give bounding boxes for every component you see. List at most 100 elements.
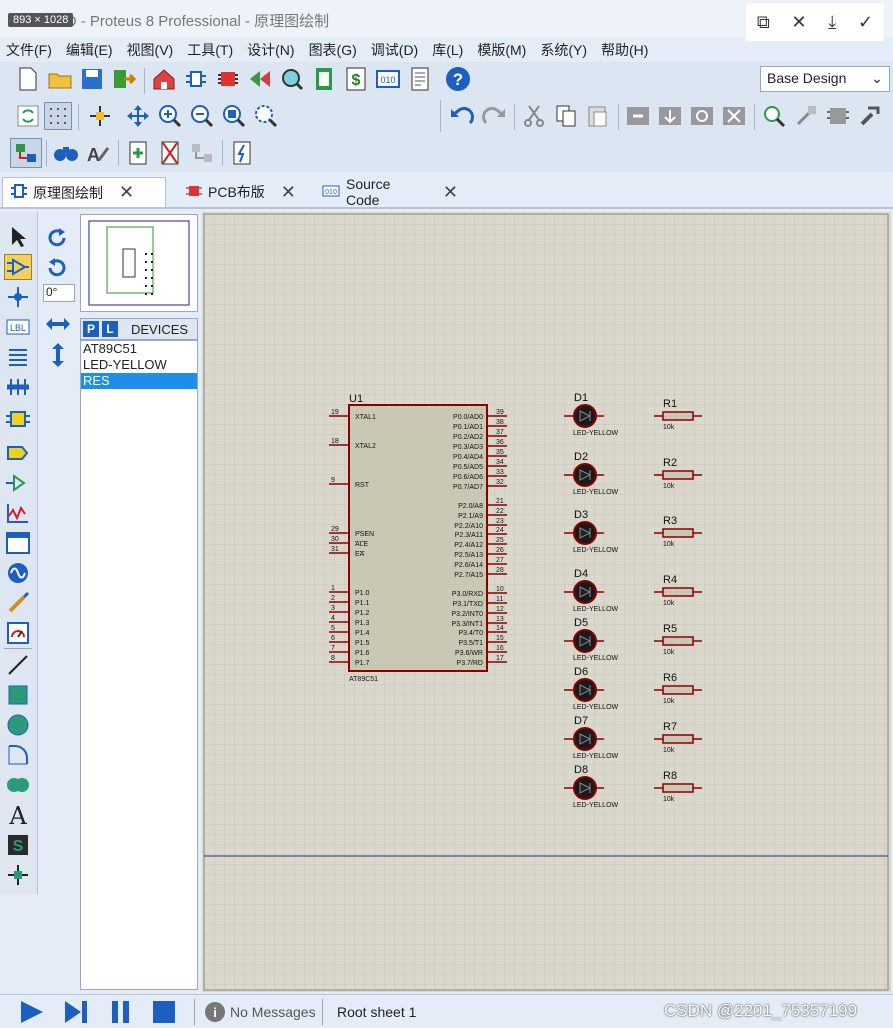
design-variant-select[interactable]: Base Design ⌄ [760, 66, 890, 92]
virtual-instruments-icon[interactable] [4, 620, 32, 646]
tab-source-code[interactable]: 010 Source Code ✕ [314, 176, 466, 208]
block-move-icon[interactable] [656, 102, 684, 130]
messages-status[interactable]: No Messages [230, 1004, 316, 1020]
device-item[interactable]: AT89C51 [81, 341, 197, 357]
overview-window[interactable] [80, 214, 198, 312]
line-tool-icon[interactable] [4, 652, 32, 678]
mirror-vertical-icon[interactable] [50, 342, 66, 371]
pick-from-library-button[interactable]: P [83, 321, 99, 337]
block-copy-icon[interactable] [624, 102, 652, 130]
step-icon[interactable] [62, 999, 90, 1028]
open-folder-icon[interactable] [46, 65, 74, 93]
menu-item-0[interactable]: 文件(F) [6, 38, 52, 62]
voltage-probe-icon[interactable] [4, 590, 32, 616]
cut-icon[interactable] [520, 102, 548, 130]
selection-mode-icon[interactable] [4, 224, 32, 250]
refresh-icon[interactable] [14, 102, 42, 130]
origin-icon[interactable] [86, 102, 114, 130]
download-icon[interactable]: ⤓ [828, 12, 836, 33]
redo-icon[interactable] [480, 102, 508, 130]
new-file-icon[interactable] [14, 65, 42, 93]
tab-schematic[interactable]: 原理图绘制 ✕ [2, 177, 166, 207]
zoom-area-icon[interactable] [252, 102, 280, 130]
microcontroller-u1[interactable]: U1AT89C5119XTAL118XTAL29RST29PSEN30ALE31… [329, 393, 507, 683]
text-tool-icon[interactable]: A [4, 802, 32, 828]
path-tool-icon[interactable] [4, 772, 32, 798]
pause-icon[interactable] [108, 999, 134, 1028]
block-rotate-icon[interactable] [688, 102, 716, 130]
zoom-out-icon[interactable] [188, 102, 216, 130]
bom-icon[interactable]: $ [342, 65, 370, 93]
pan-icon[interactable] [124, 102, 152, 130]
design-explorer-icon[interactable] [310, 65, 338, 93]
junction-dot-icon[interactable] [4, 284, 32, 310]
device-pins-icon[interactable] [4, 470, 32, 496]
close-icon[interactable]: ✕ [443, 182, 458, 203]
device-item[interactable]: LED-YELLOW [81, 357, 197, 373]
zoom-all-icon[interactable] [220, 102, 248, 130]
box-tool-icon[interactable] [4, 682, 32, 708]
mirror-horizontal-icon[interactable] [45, 316, 71, 335]
graph-mode-icon[interactable] [4, 500, 32, 526]
tape-recorder-icon[interactable] [4, 530, 32, 556]
electrical-rules-check-icon[interactable] [228, 139, 256, 167]
buses-icon[interactable] [4, 374, 32, 400]
rotate-clockwise-icon[interactable] [45, 226, 69, 253]
rotate-anticlockwise-icon[interactable] [45, 256, 69, 283]
popout-icon[interactable]: ⧉ [757, 12, 770, 33]
gerber-icon[interactable] [278, 65, 306, 93]
check-icon[interactable]: ✓ [858, 12, 873, 33]
wire-label-icon[interactable]: LBL [4, 314, 32, 340]
tab-pcb-layout[interactable]: PCB布版 ✕ [178, 177, 308, 207]
3d-view-icon[interactable] [246, 65, 274, 93]
play-icon[interactable] [18, 999, 46, 1028]
menu-item-3[interactable]: 工具(T) [187, 38, 233, 62]
property-assignment-icon[interactable]: A [84, 139, 112, 167]
block-delete-icon[interactable] [720, 102, 748, 130]
save-icon[interactable] [78, 65, 106, 93]
component-mode-icon[interactable] [4, 254, 32, 280]
pick-device-icon[interactable] [760, 102, 788, 130]
symbol-tool-icon[interactable]: S [4, 832, 32, 858]
remove-sheet-icon[interactable] [156, 139, 184, 167]
packaging-icon[interactable] [824, 102, 852, 130]
help-icon[interactable]: ? [444, 65, 472, 93]
wire-autorouter-icon[interactable] [10, 138, 42, 168]
circle-tool-icon[interactable] [4, 712, 32, 738]
paste-icon[interactable] [584, 102, 612, 130]
menu-item-2[interactable]: 视图(V) [127, 38, 174, 62]
marker-tool-icon[interactable] [4, 862, 32, 888]
decompose-icon[interactable] [856, 102, 884, 130]
make-device-icon[interactable] [792, 102, 820, 130]
rotation-angle-field[interactable]: 0° [43, 284, 75, 302]
notes-icon[interactable] [406, 65, 434, 93]
copy-icon[interactable] [552, 102, 580, 130]
grid-toggle-icon[interactable] [44, 102, 72, 130]
menu-item-8[interactable]: 模版(M) [477, 38, 526, 62]
source-code-icon[interactable]: 010 [374, 65, 402, 93]
menu-item-1[interactable]: 编辑(E) [66, 38, 113, 62]
home-icon[interactable] [150, 65, 178, 93]
schematic-canvas[interactable]: U1 AT89C51 19 XTAL1 18 XTAL2 9 RST 29 PSEN 30 ALE 31… [202, 212, 891, 992]
library-manager-button[interactable]: L [102, 321, 118, 337]
exit-to-parent-icon[interactable] [188, 139, 216, 167]
close-icon[interactable]: ✕ [281, 182, 296, 203]
menu-item-5[interactable]: 图表(G) [309, 38, 357, 62]
exit-icon[interactable] [110, 65, 138, 93]
search-icon[interactable] [52, 139, 80, 167]
new-sheet-icon[interactable] [124, 139, 152, 167]
zoom-in-icon[interactable] [156, 102, 184, 130]
arc-tool-icon[interactable] [4, 742, 32, 768]
pcb-icon[interactable] [214, 65, 242, 93]
generator-mode-icon[interactable] [4, 560, 32, 586]
schematic-icon[interactable] [182, 65, 210, 93]
menu-item-7[interactable]: 库(L) [432, 38, 463, 62]
menu-item-9[interactable]: 系统(Y) [540, 38, 587, 62]
undo-icon[interactable] [448, 102, 476, 130]
stop-icon[interactable] [150, 999, 178, 1028]
text-script-icon[interactable] [4, 344, 32, 370]
subcircuit-icon[interactable] [4, 406, 32, 432]
terminals-mode-icon[interactable] [4, 440, 32, 466]
menu-item-10[interactable]: 帮助(H) [601, 38, 648, 62]
menu-item-6[interactable]: 调试(D) [371, 38, 418, 62]
